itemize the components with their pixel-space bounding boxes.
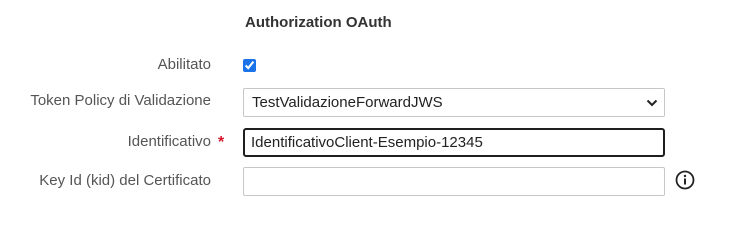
- key-id-label: Key Id (kid) del Certificato: [39, 172, 211, 189]
- token-policy-select[interactable]: TestValidazioneForwardJWS: [243, 88, 665, 117]
- enabled-checkbox[interactable]: [243, 59, 256, 72]
- enabled-label: Abilitato: [157, 56, 211, 73]
- section-title: Authorization OAuth: [245, 14, 392, 31]
- identifier-input[interactable]: [243, 128, 665, 157]
- required-marker: *: [218, 134, 225, 151]
- token-policy-label: Token Policy di Validazione: [30, 92, 211, 109]
- token-policy-selected-value: TestValidazioneForwardJWS: [252, 94, 443, 111]
- key-id-input[interactable]: [243, 167, 665, 196]
- info-icon[interactable]: [675, 170, 695, 190]
- chevron-down-icon: [646, 99, 658, 107]
- identifier-label: Identificativo: [127, 133, 211, 150]
